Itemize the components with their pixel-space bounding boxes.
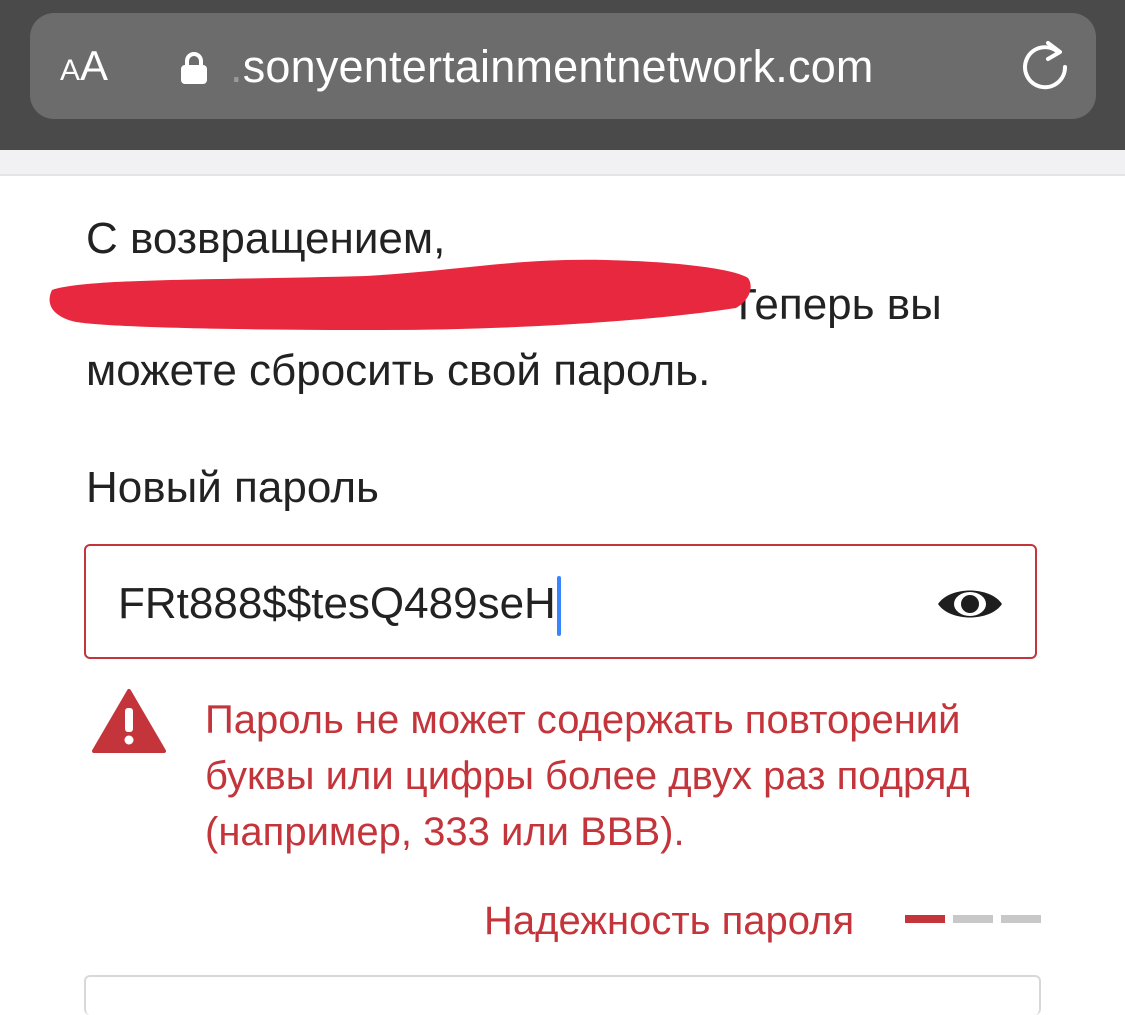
- url-prefix: .: [230, 41, 243, 92]
- browser-toolbar: AA .sonyentertainmentnetwork.com: [0, 0, 1125, 150]
- text-size-large-glyph: A: [80, 42, 109, 89]
- password-strength-label: Надежность пароля: [484, 899, 855, 943]
- url-text: .sonyentertainmentnetwork.com: [230, 39, 874, 95]
- new-password-input[interactable]: FRt888$$tesQ489seH: [84, 544, 1037, 659]
- password-text: FRt888$$tesQ489seH: [118, 579, 556, 628]
- text-size-button[interactable]: AA: [60, 42, 108, 95]
- warning-triangle-icon: [92, 689, 166, 753]
- new-password-label: Новый пароль: [86, 463, 379, 512]
- text-size-small-glyph: A: [60, 54, 81, 87]
- password-error-message: Пароль не может содержать повторений бук…: [205, 698, 970, 854]
- welcome-line-3: можете сбросить свой пароль.: [86, 346, 711, 395]
- page-top-separator: [0, 150, 1125, 176]
- strength-segment-3: [1001, 915, 1041, 923]
- password-value: FRt888$$tesQ489seH: [118, 576, 561, 637]
- eye-icon[interactable]: [936, 582, 1004, 626]
- reload-icon[interactable]: [1018, 39, 1074, 95]
- welcome-line-2-text: Теперь вы: [730, 280, 942, 329]
- strength-segment-2: [953, 915, 993, 923]
- address-bar[interactable]: AA .sonyentertainmentnetwork.com: [30, 13, 1096, 119]
- text-caret: [556, 576, 561, 637]
- strength-segment-1: [905, 915, 945, 923]
- url-domain: sonyentertainmentnetwork.com: [242, 41, 874, 92]
- redaction-scribble: [49, 259, 751, 330]
- lock-icon: [181, 52, 207, 84]
- confirm-password-input[interactable]: [84, 975, 1041, 1015]
